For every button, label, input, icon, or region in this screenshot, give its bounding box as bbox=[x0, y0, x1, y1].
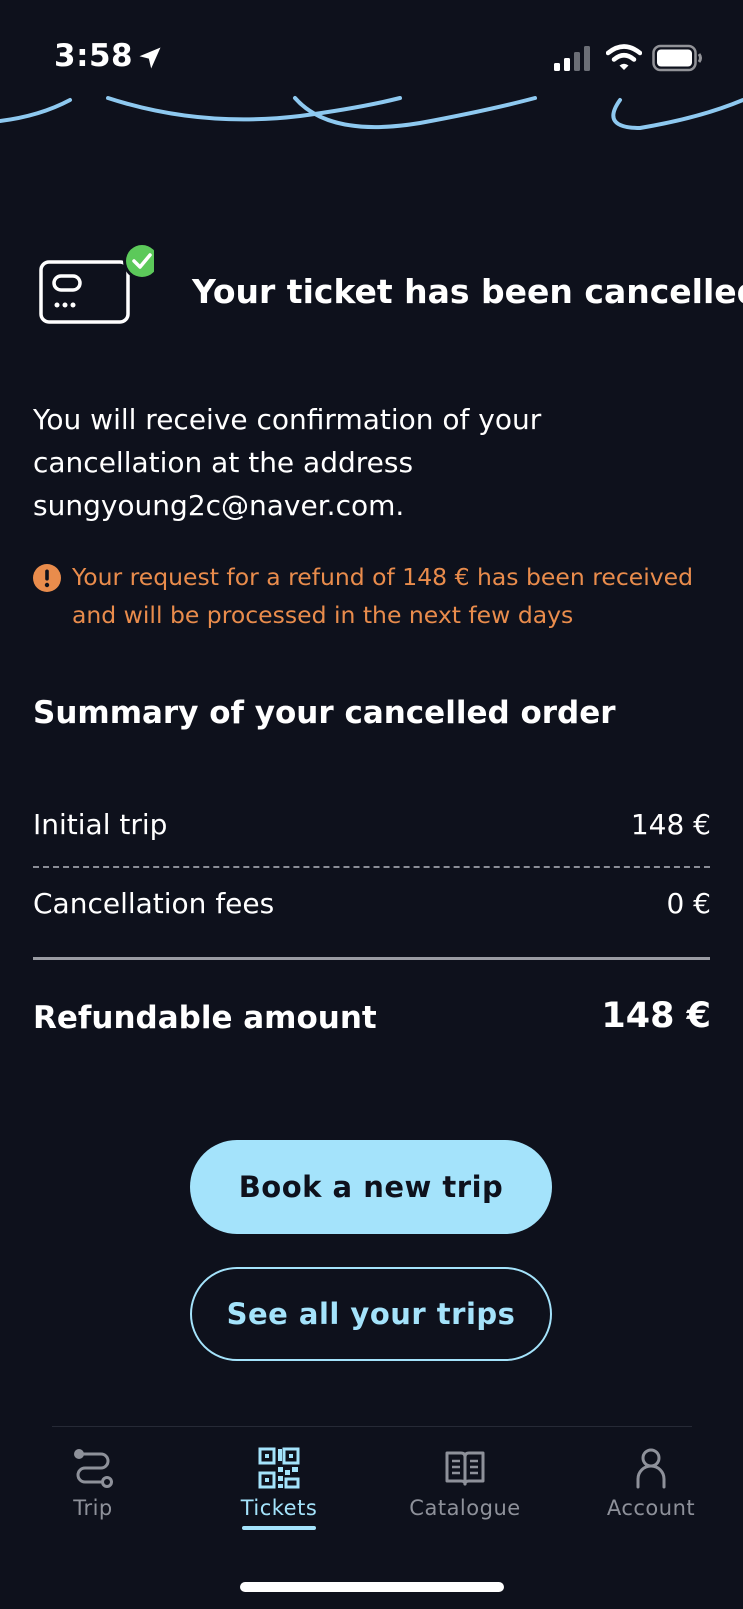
cellular-signal-icon bbox=[554, 46, 590, 71]
nav-label-catalogue: Catalogue bbox=[409, 1496, 521, 1520]
nav-label-account: Account bbox=[606, 1496, 696, 1520]
initial-trip-label: Initial trip bbox=[33, 808, 168, 841]
summary-title: Summary of your cancelled order bbox=[33, 695, 616, 731]
book-new-trip-button[interactable]: Book a new trip bbox=[190, 1140, 552, 1234]
bottom-nav-divider bbox=[52, 1426, 692, 1427]
cancellation-fees-label: Cancellation fees bbox=[33, 887, 275, 920]
ticket-checked-icon bbox=[39, 242, 154, 324]
status-time: 3:58 bbox=[54, 38, 134, 74]
decorative-waves bbox=[0, 96, 743, 131]
wifi-icon bbox=[606, 44, 642, 70]
qr-code-icon bbox=[258, 1447, 300, 1489]
nav-item-tickets[interactable]: Tickets bbox=[199, 1446, 359, 1520]
nav-item-trip[interactable]: Trip bbox=[13, 1446, 173, 1520]
exclamation-circle-icon bbox=[33, 564, 61, 592]
battery-icon bbox=[652, 44, 702, 72]
home-indicator[interactable] bbox=[240, 1582, 504, 1592]
cancellation-fees-value: 0 € bbox=[666, 887, 711, 920]
location-arrow-icon bbox=[139, 47, 161, 69]
see-all-trips-button[interactable]: See all your trips bbox=[190, 1267, 552, 1361]
refund-notice: Your request for a refund of 148 € has b… bbox=[72, 563, 694, 629]
nav-label-tickets: Tickets bbox=[240, 1496, 318, 1520]
nav-label-trip: Trip bbox=[73, 1496, 113, 1520]
nav-item-catalogue[interactable]: Catalogue bbox=[385, 1446, 545, 1520]
nav-item-account[interactable]: Account bbox=[571, 1446, 731, 1520]
refundable-amount-value: 148 € bbox=[601, 996, 711, 1036]
refundable-amount-label: Refundable amount bbox=[33, 1000, 377, 1036]
initial-trip-value: 148 € bbox=[630, 808, 711, 841]
summary-divider-solid bbox=[33, 957, 710, 960]
person-icon bbox=[636, 1448, 666, 1489]
nav-active-indicator bbox=[242, 1526, 316, 1530]
book-icon bbox=[445, 1451, 485, 1486]
cancellation-title: Your ticket has been cancelled. bbox=[192, 272, 743, 311]
route-icon bbox=[74, 1449, 113, 1488]
summary-divider-dashed bbox=[33, 866, 710, 868]
confirmation-info-text: You will receive confirmation of your ca… bbox=[33, 403, 542, 522]
